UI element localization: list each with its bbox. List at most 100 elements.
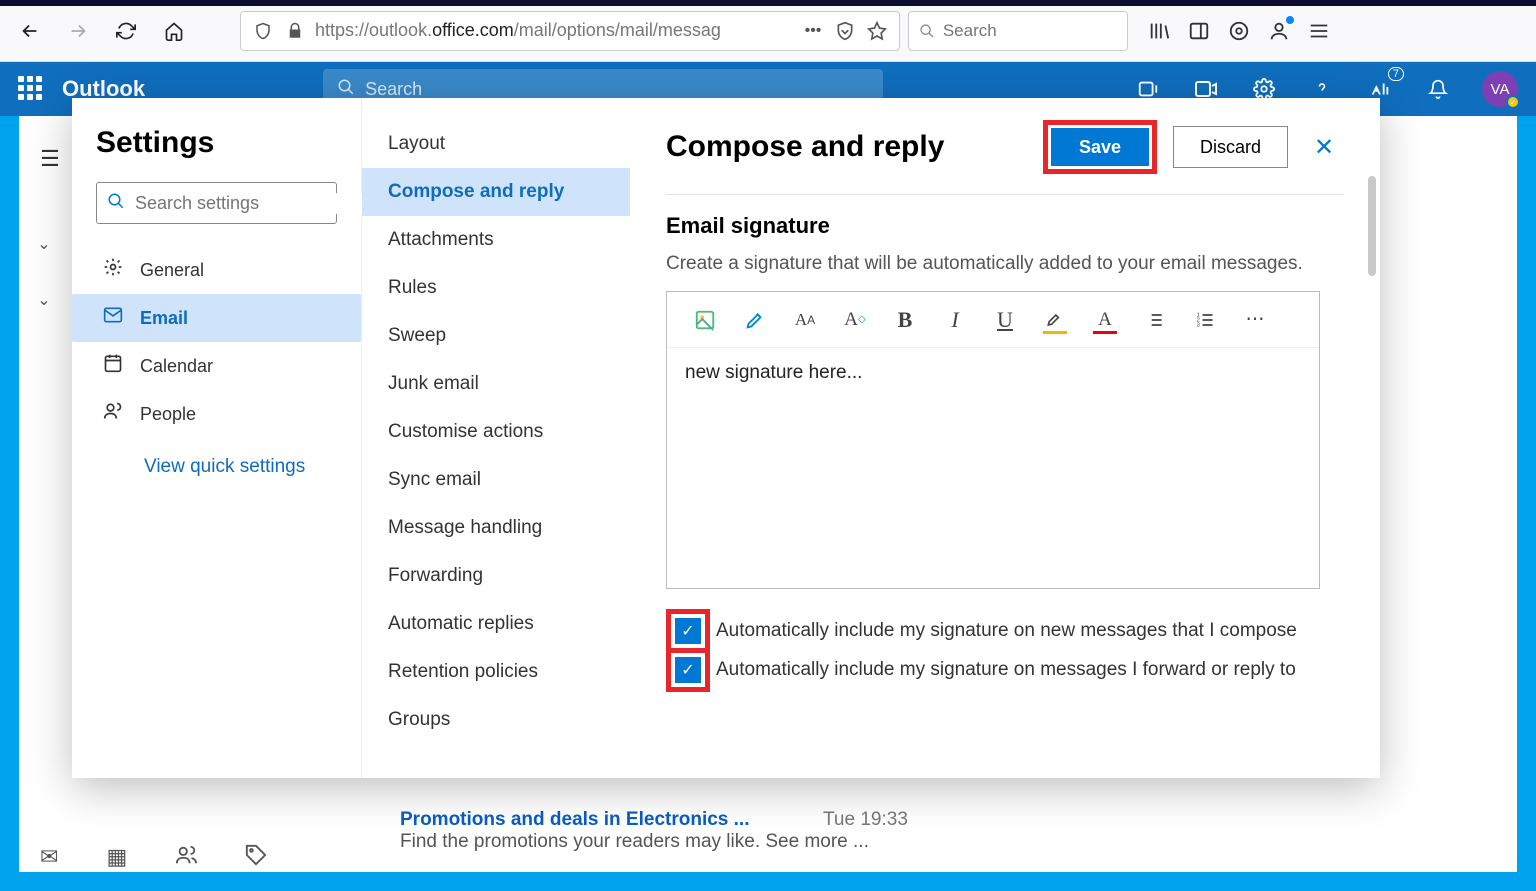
discard-button[interactable]: Discard (1173, 126, 1288, 168)
people-icon[interactable] (175, 844, 197, 872)
save-highlight: Save (1043, 120, 1157, 174)
home-button[interactable] (154, 11, 194, 51)
lock-icon (283, 22, 307, 40)
outlook-search-placeholder: Search (365, 79, 422, 100)
hamburger-icon[interactable] (1306, 18, 1332, 44)
svg-text:3: 3 (1197, 322, 1200, 328)
preview-title: Promotions and deals in Electronics ... (400, 809, 749, 830)
settings-search-input[interactable] (135, 193, 367, 214)
category-email[interactable]: Email (72, 294, 361, 342)
subnav-item[interactable]: Groups (362, 696, 630, 744)
highlight-icon[interactable] (741, 306, 769, 334)
detail-title: Compose and reply (666, 130, 1027, 164)
subnav-item[interactable]: Attachments (362, 216, 630, 264)
pocket-icon[interactable] (833, 21, 857, 41)
more-icon[interactable]: ••• (801, 22, 825, 40)
chevron-down-icon[interactable]: ⌄ (19, 224, 69, 264)
search-icon (107, 192, 125, 215)
checkbox-new-messages[interactable]: ✓ (675, 618, 701, 644)
subnav-item[interactable]: Customise actions (362, 408, 630, 456)
subnav-item[interactable]: Automatic replies (362, 600, 630, 648)
back-button[interactable] (10, 11, 50, 51)
bookmark-star-icon[interactable] (865, 21, 889, 41)
detail-header: Compose and reply Save Discard ✕ (666, 120, 1344, 174)
highlight-color-icon[interactable] (1041, 306, 1069, 334)
browser-search[interactable] (908, 11, 1128, 51)
divider (666, 194, 1344, 195)
category-people[interactable]: People (72, 390, 361, 438)
numbered-list-icon[interactable]: 123 (1191, 306, 1219, 334)
tabs-strip (0, 0, 1536, 6)
people-icon (102, 401, 124, 427)
address-bar[interactable]: https://outlook.office.com/mail/options/… (240, 11, 900, 51)
save-button[interactable]: Save (1051, 128, 1149, 166)
insert-image-icon[interactable] (691, 306, 719, 334)
library-icon[interactable] (1146, 18, 1172, 44)
checkbox-new-label: Automatically include my signature on ne… (716, 620, 1297, 642)
signature-textarea[interactable]: new signature here... (667, 348, 1319, 588)
editor-toolbar: AA A◇ B I U A 123 ⋯ (667, 292, 1319, 348)
close-icon[interactable]: ✕ (1304, 133, 1344, 162)
subnav-item[interactable]: Sync email (362, 456, 630, 504)
subnav-item[interactable]: Compose and reply (362, 168, 630, 216)
message-preview: Promotions and deals in Electronics ... … (400, 809, 908, 853)
font-size-icon[interactable]: A◇ (841, 306, 869, 334)
settings-search[interactable] (96, 182, 337, 224)
chevron-down-icon[interactable]: ⌄ (19, 280, 69, 320)
browser-right-icons (1136, 18, 1342, 44)
search-icon (919, 22, 935, 40)
reload-button[interactable] (106, 11, 146, 51)
calendar-icon (102, 353, 124, 379)
category-general[interactable]: General (72, 246, 361, 294)
subnav-item[interactable]: Rules (362, 264, 630, 312)
view-quick-settings-link[interactable]: View quick settings (144, 456, 337, 478)
bold-icon[interactable]: B (891, 306, 919, 334)
settings-title: Settings (96, 126, 337, 160)
more-options-icon[interactable]: ⋯ (1241, 306, 1269, 334)
notifications-icon[interactable] (1424, 75, 1452, 103)
browser-search-input[interactable] (943, 21, 1117, 41)
checkbox-highlight: ✓ (666, 609, 710, 653)
subnav-item[interactable]: Retention policies (362, 648, 630, 696)
subnav-item[interactable]: Message handling (362, 504, 630, 552)
browser-toolbar: https://outlook.office.com/mail/options/… (0, 0, 1536, 62)
signature-editor: AA A◇ B I U A 123 ⋯ new signature here..… (666, 291, 1320, 589)
nav-pane: ☰ ⌄ ⌄ (19, 116, 69, 816)
email-signature-desc: Create a signature that will be automati… (666, 253, 1344, 275)
tag-icon[interactable] (245, 844, 267, 872)
underline-icon[interactable]: U (991, 306, 1019, 334)
gear-icon (102, 257, 124, 283)
settings-detail-column: Compose and reply Save Discard ✕ Email s… (630, 98, 1380, 778)
checkbox-highlight: ✓ (666, 648, 710, 692)
font-icon[interactable]: AA (791, 306, 819, 334)
settings-categories-column: Settings General Email Calendar People V… (72, 98, 362, 778)
preview-time: Tue 19:33 (823, 809, 908, 830)
scrollbar-thumb[interactable] (1368, 176, 1376, 276)
email-signature-heading: Email signature (666, 213, 1344, 239)
mail-icon (102, 305, 124, 331)
italic-icon[interactable]: I (941, 306, 969, 334)
hamburger-icon[interactable]: ☰ (25, 134, 75, 184)
settings-subnav-column: LayoutCompose and replyAttachmentsRulesS… (362, 98, 630, 778)
checkbox-row-reply: ✓ Automatically include my signature on … (666, 648, 1344, 692)
subnav-item[interactable]: Layout (362, 120, 630, 168)
presence-icon: ✓ (1506, 95, 1520, 109)
subnav-item[interactable]: Junk email (362, 360, 630, 408)
sidebar-icon[interactable] (1186, 18, 1212, 44)
media-icon[interactable] (1226, 18, 1252, 44)
subnav-item[interactable]: Sweep (362, 312, 630, 360)
checkbox-row-new: ✓ Automatically include my signature on … (666, 609, 1344, 653)
bullet-list-icon[interactable] (1141, 306, 1169, 334)
font-color-icon[interactable]: A (1091, 306, 1119, 334)
avatar[interactable]: VA✓ (1482, 71, 1518, 107)
signature-checkboxes: ✓ Automatically include my signature on … (666, 609, 1344, 692)
subnav-item[interactable]: Forwarding (362, 552, 630, 600)
calendar-icon[interactable]: ▦ (106, 844, 127, 872)
account-icon[interactable] (1266, 18, 1292, 44)
settings-modal: Settings General Email Calendar People V… (72, 98, 1380, 778)
checkbox-forward-reply[interactable]: ✓ (675, 657, 701, 683)
mail-icon[interactable]: ✉ (40, 844, 58, 872)
forward-button[interactable] (58, 11, 98, 51)
category-calendar[interactable]: Calendar (72, 342, 361, 390)
app-launcher-icon[interactable] (18, 76, 44, 102)
